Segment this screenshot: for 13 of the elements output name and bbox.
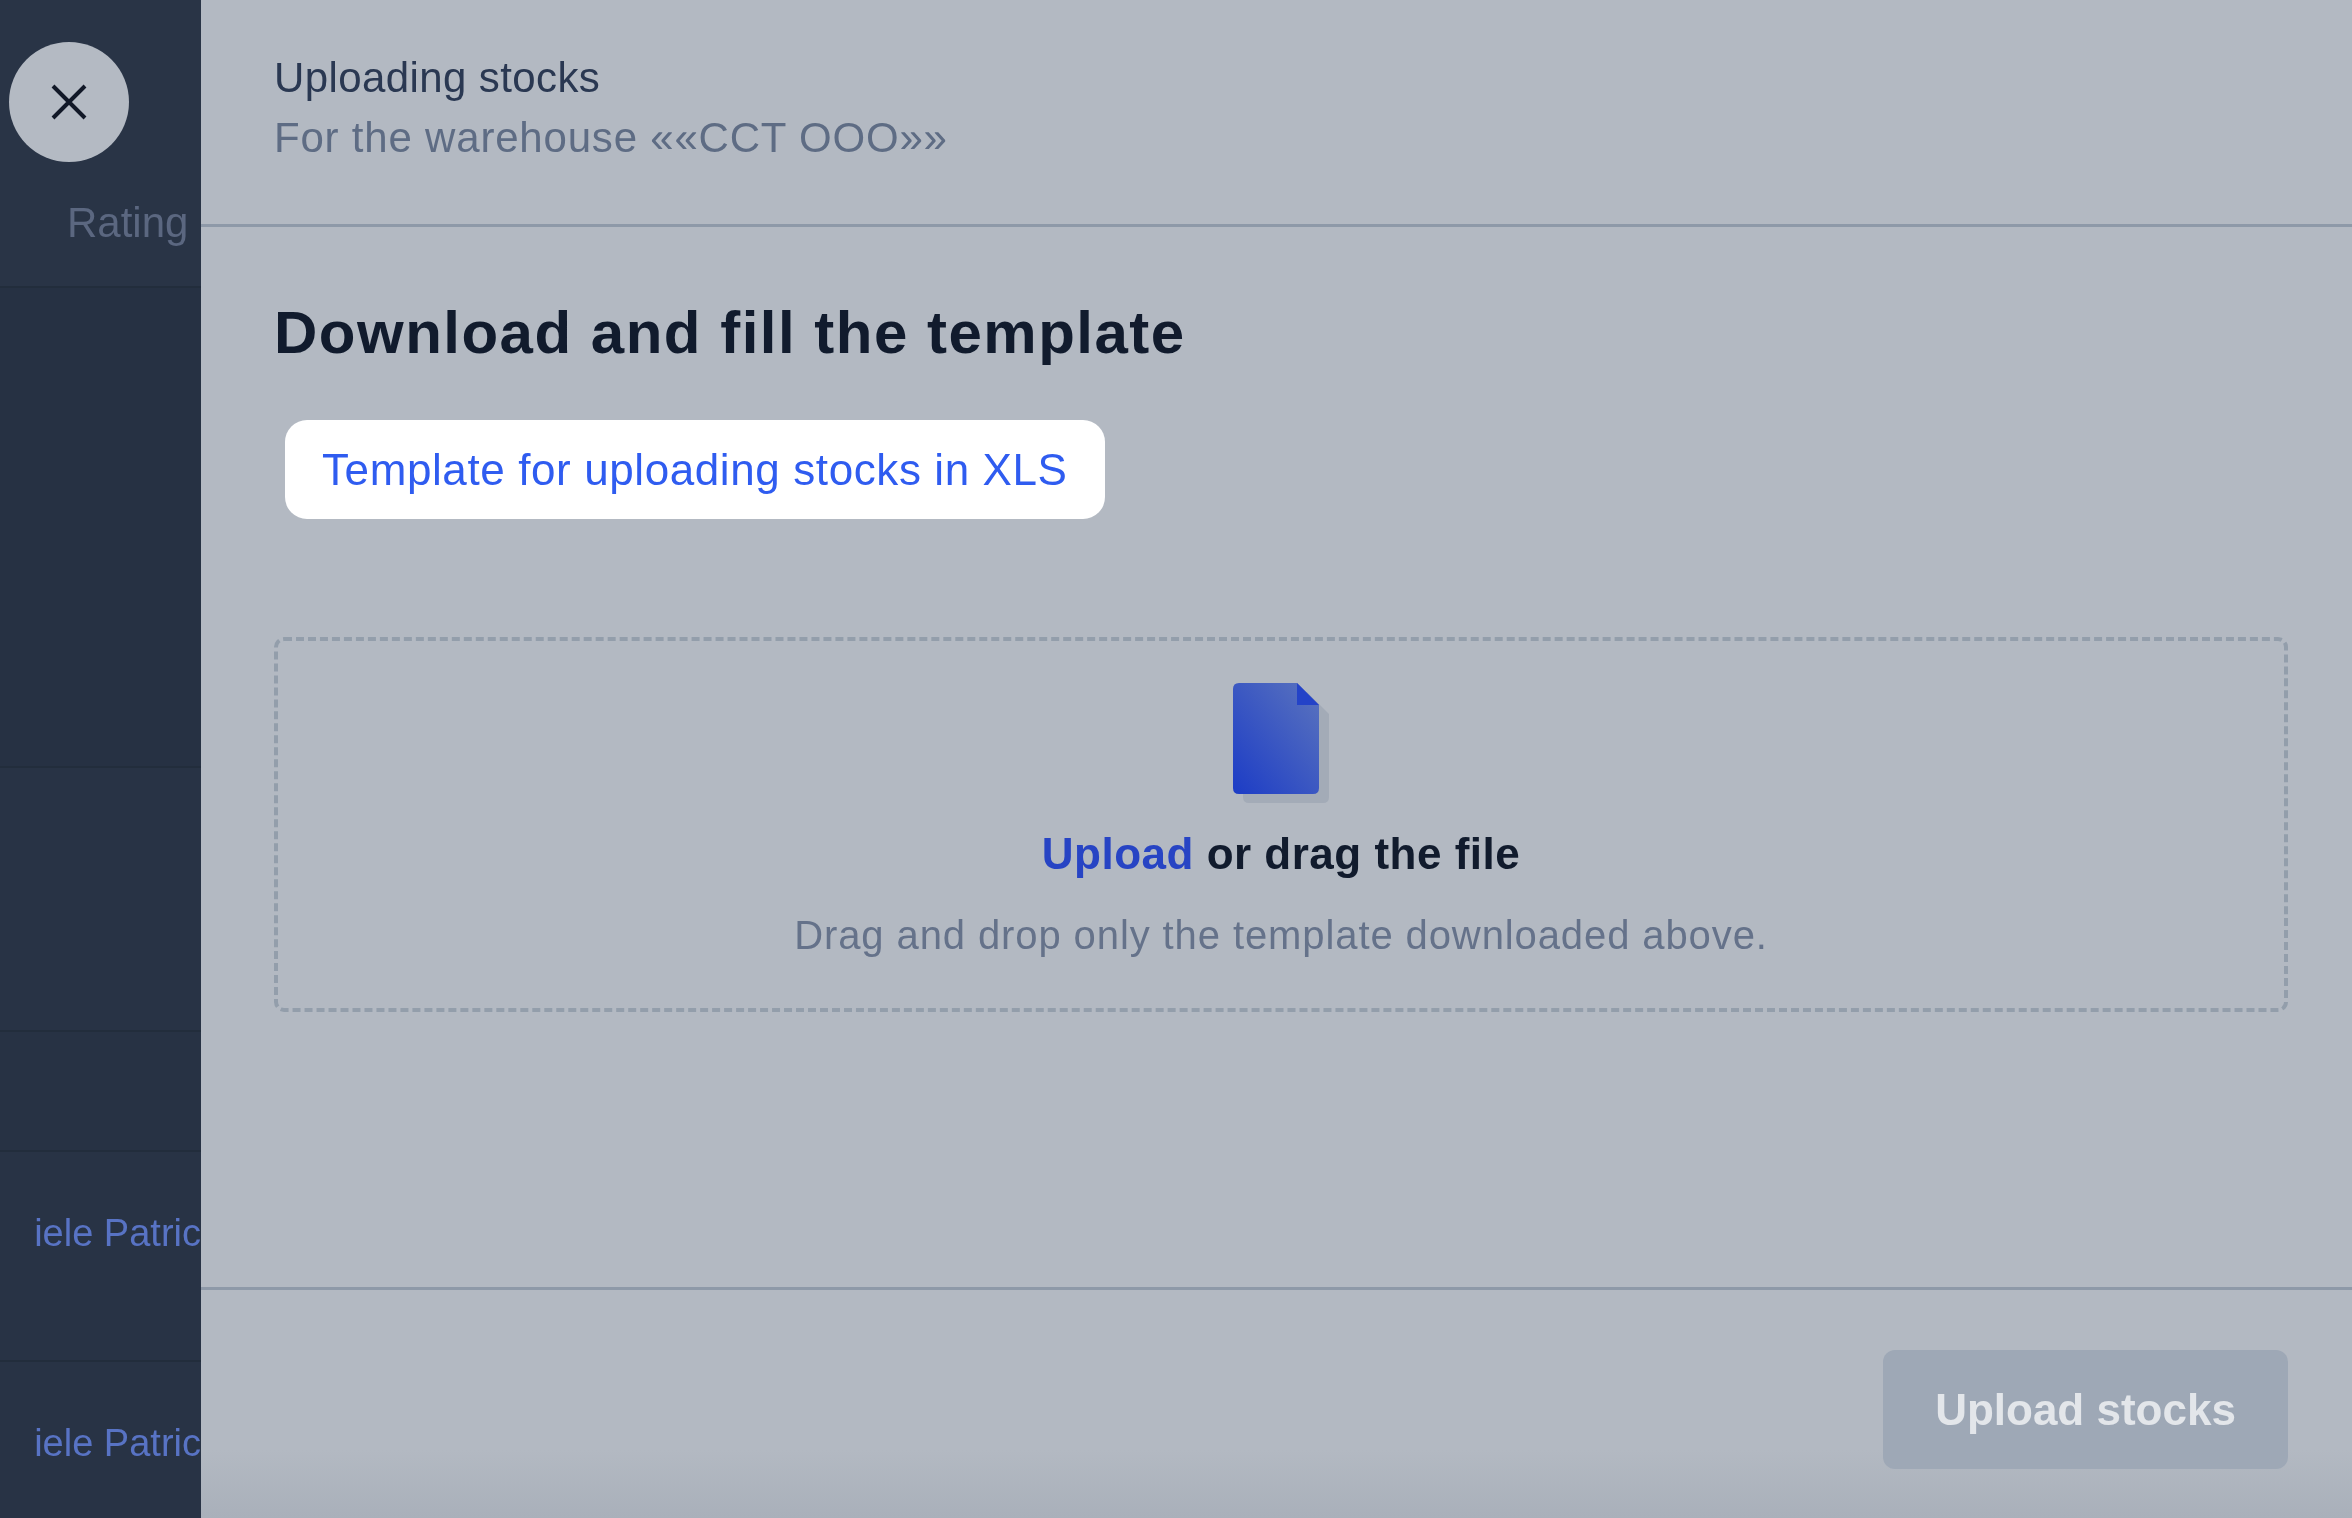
column-header: Rating <box>67 199 189 247</box>
section-title: Download and fill the template <box>274 298 1186 368</box>
dropzone-prompt: Upload or drag the file <box>1041 828 1521 880</box>
table-cell-text: iele Patric <box>34 1211 201 1256</box>
template-download-button[interactable]: Template for uploading stocks in XLS <box>285 420 1105 519</box>
file-dropzone[interactable]: Upload or drag the file Drag and drop only the template downloaded above. <box>274 637 2288 1012</box>
drawer-title: Uploading stocks <box>274 53 601 103</box>
upload-link[interactable]: Upload <box>1041 829 1194 878</box>
drawer-subtitle: For the warehouse ««CCT OOO»» <box>274 113 948 163</box>
document-icon <box>1233 683 1329 803</box>
dropzone-hint: Drag and drop only the template downloaded above. <box>794 912 1768 959</box>
table-cell-text: iele Patric <box>34 1421 201 1466</box>
close-icon <box>51 84 87 120</box>
